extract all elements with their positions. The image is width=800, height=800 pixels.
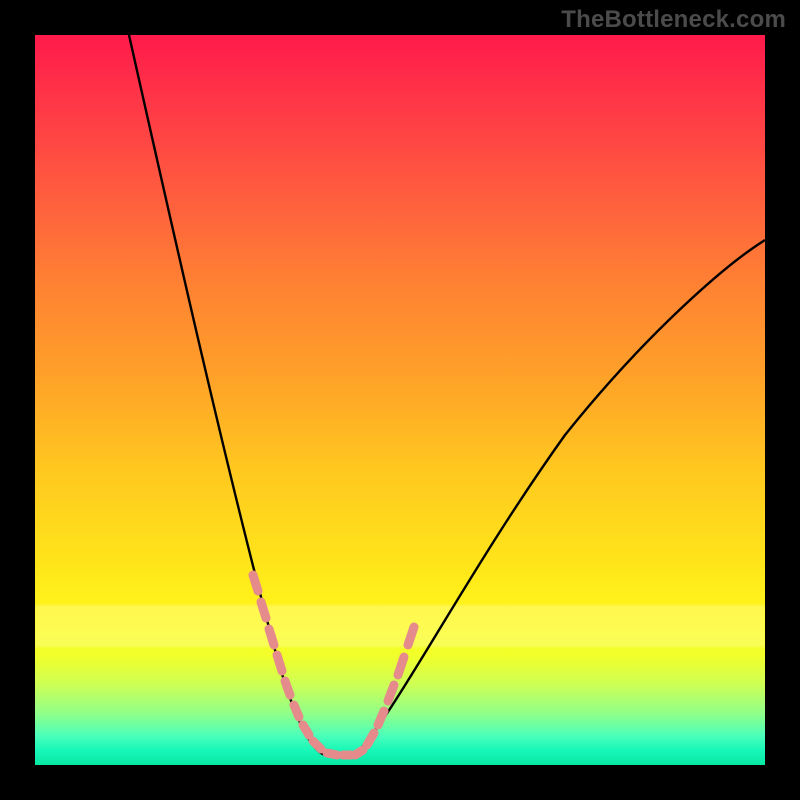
plot-area — [35, 35, 765, 765]
dotted-overlay-left — [253, 575, 351, 755]
curve-right-branch — [355, 240, 765, 755]
curve-left-branch — [129, 35, 325, 755]
chart-frame: TheBottleneck.com — [0, 0, 800, 800]
curve-layer — [35, 35, 765, 765]
dotted-overlay-right — [355, 627, 414, 755]
watermark-text: TheBottleneck.com — [561, 6, 786, 34]
